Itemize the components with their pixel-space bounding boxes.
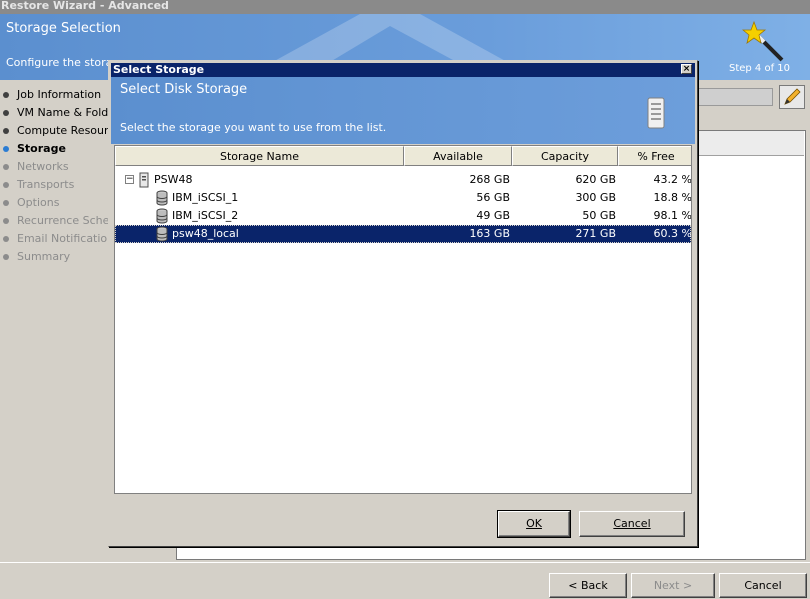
- step-bullet-icon: [3, 128, 9, 134]
- cancel-button[interactable]: Cancel: [579, 511, 685, 537]
- column-header-percent-free[interactable]: % Free: [618, 146, 691, 166]
- nav-step-label: Networks: [17, 160, 69, 173]
- nav-step-8: Email Notification: [0, 230, 110, 248]
- dialog-heading: Select Disk Storage: [120, 82, 248, 97]
- nav-step-1: VM Name & Folder: [0, 104, 110, 122]
- percent-free-value: 98.1 %: [653, 209, 692, 222]
- storage-name: psw48_local: [172, 227, 239, 240]
- percent-free-value: 43.2 %: [653, 173, 692, 186]
- back-button[interactable]: < Back: [549, 573, 627, 598]
- background-text-field: [697, 88, 773, 106]
- available-value: 56 GB: [476, 191, 510, 204]
- list-header: Storage Name Available Capacity % Free: [115, 146, 691, 166]
- column-header-storage-name[interactable]: Storage Name: [115, 146, 404, 166]
- storage-name: PSW48: [154, 173, 193, 186]
- available-value: 268 GB: [469, 173, 510, 186]
- step-indicator: Step 4 of 10: [728, 63, 790, 74]
- nav-step-9: Summary: [0, 248, 110, 266]
- step-bullet-icon: [3, 164, 9, 170]
- storage-list[interactable]: Storage Name Available Capacity % Free −…: [114, 145, 692, 494]
- wizard-cancel-button[interactable]: Cancel: [719, 573, 807, 598]
- available-value: 49 GB: [476, 209, 510, 222]
- nav-step-label: Compute Resource: [17, 124, 110, 137]
- storage-drive-icon: [647, 97, 665, 129]
- table-row[interactable]: psw48_local 163 GB 271 GB 60.3 %: [115, 225, 691, 243]
- nav-step-4: Networks: [0, 158, 110, 176]
- step-bullet-icon: [3, 182, 9, 188]
- nav-step-3: Storage: [0, 140, 110, 158]
- table-row[interactable]: IBM_iSCSI_1 56 GB 300 GB 18.8 %: [115, 189, 691, 207]
- close-icon[interactable]: ×: [681, 64, 692, 74]
- database-icon: [155, 190, 169, 206]
- database-icon: [155, 226, 169, 242]
- capacity-value: 271 GB: [575, 227, 616, 240]
- table-row[interactable]: IBM_iSCSI_2 49 GB 50 GB 98.1 %: [115, 207, 691, 225]
- window-title: Restore Wizard - Advanced: [0, 0, 810, 14]
- nav-step-label: Job Information: [17, 88, 102, 101]
- storage-name: IBM_iSCSI_2: [172, 209, 239, 222]
- nav-step-2: Compute Resource: [0, 122, 110, 140]
- wizard-steps-nav: Job Information VM Name & Folder Compute R…: [0, 86, 110, 266]
- capacity-value: 620 GB: [575, 173, 616, 186]
- column-header-capacity[interactable]: Capacity: [512, 146, 618, 166]
- nav-step-label: Summary: [17, 250, 71, 263]
- nav-step-label: Transports: [17, 178, 75, 191]
- collapse-icon[interactable]: −: [125, 175, 134, 184]
- select-storage-dialog: Select Storage × Select Disk Storage Sel…: [108, 60, 698, 547]
- step-bullet-icon: [3, 92, 9, 98]
- step-bullet-icon: [3, 200, 9, 206]
- nav-step-label: Options: [17, 196, 60, 209]
- column-header-available[interactable]: Available: [404, 146, 512, 166]
- magic-wand-icon: [742, 20, 784, 62]
- nav-step-0: Job Information: [0, 86, 110, 104]
- available-value: 163 GB: [469, 227, 510, 240]
- table-row[interactable]: − PSW48 268 GB 620 GB 43.2 %: [115, 171, 691, 189]
- nav-step-5: Transports: [0, 176, 110, 194]
- nav-step-label: Storage: [17, 142, 66, 155]
- next-button[interactable]: Next >: [631, 573, 715, 598]
- ok-button-label: OK: [526, 517, 542, 530]
- dialog-title-bar: Select Storage ×: [111, 63, 695, 77]
- dialog-title: Select Storage: [113, 63, 205, 76]
- cancel-button-label: Cancel: [613, 517, 651, 530]
- ok-button[interactable]: OK: [497, 510, 571, 538]
- step-bullet-icon: [3, 218, 9, 224]
- step-bullet-icon: [3, 110, 9, 116]
- nav-step-label: Email Notification: [17, 232, 110, 245]
- server-icon: [137, 172, 151, 188]
- storage-name: IBM_iSCSI_1: [172, 191, 239, 204]
- capacity-value: 300 GB: [575, 191, 616, 204]
- step-bullet-icon: [3, 146, 9, 152]
- capacity-value: 50 GB: [582, 209, 616, 222]
- step-bullet-icon: [3, 236, 9, 242]
- pencil-icon: [784, 88, 801, 105]
- dialog-header: Select Disk Storage Select the storage y…: [111, 77, 695, 144]
- nav-step-label: Recurrence Schedule: [17, 214, 110, 227]
- step-bullet-icon: [3, 254, 9, 260]
- nav-step-6: Options: [0, 194, 110, 212]
- page-title: Storage Selection: [6, 21, 121, 36]
- percent-free-value: 18.8 %: [653, 191, 692, 204]
- nav-step-7: Recurrence Schedule: [0, 212, 110, 230]
- database-icon: [155, 208, 169, 224]
- background-panel-header: [697, 131, 804, 156]
- dialog-instructions: Select the storage you want to use from …: [120, 121, 387, 134]
- nav-step-label: VM Name & Folder: [17, 106, 110, 119]
- percent-free-value: 60.3 %: [653, 227, 692, 240]
- page-subtitle: Configure the storag: [6, 56, 120, 69]
- edit-button: [779, 85, 805, 109]
